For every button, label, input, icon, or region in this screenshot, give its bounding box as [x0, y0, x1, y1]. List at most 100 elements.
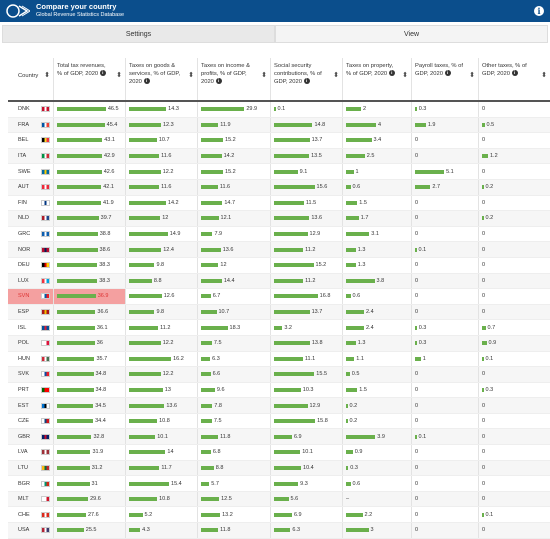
value-label: 16.8: [319, 293, 331, 300]
tab-view[interactable]: View: [275, 25, 548, 43]
value-label: 6.3: [292, 527, 301, 534]
table-row[interactable]: CHE 27.6 5.2 13.2 6.9 2.2 0 0.1: [8, 507, 550, 524]
value-label: 0.5: [351, 371, 360, 378]
table-row[interactable]: LTU 31.2 11.7 8.8 10.4 0.3 0 0: [8, 460, 550, 477]
tab-settings[interactable]: Settings: [2, 25, 275, 43]
value-bar: [129, 434, 156, 439]
table-row[interactable]: GBR 32.8 10.1 11.8 6.9 3.9 0.1 0: [8, 429, 550, 446]
country-cell: SWE: [8, 164, 54, 179]
table-row[interactable]: BGR 31 15.4 5.7 9.3 0.6 0 0: [8, 476, 550, 492]
table-row[interactable]: HUN 35.7 16.2 6.3 11.1 1.1 1 0.1: [8, 351, 550, 368]
table-row[interactable]: EST 34.5 13.6 7.8 12.9 0.2 0 0: [8, 398, 550, 414]
value-bar: [201, 403, 213, 408]
value-cell: 0.3: [412, 335, 479, 351]
value-bar: [129, 122, 161, 127]
value-bar: [346, 434, 376, 439]
value-cell: 7.8: [198, 398, 271, 413]
sort-icon[interactable]: ⬍: [541, 72, 547, 80]
table-row[interactable]: SWE 42.6 12.2 15.2 9.1 1 5.1 0: [8, 164, 550, 180]
value-bar: [57, 154, 103, 159]
value-cell: 0: [412, 523, 479, 538]
table-row[interactable]: DEU 38.3 9.8 12 15.2 1.3 0 0: [8, 257, 550, 274]
table-row[interactable]: NLD 39.7 12 12.1 13.6 1.7 0 0.2: [8, 211, 550, 227]
table-row[interactable]: NOR 38.6 12.4 13.6 11.2 1.3 0.1 0: [8, 242, 550, 258]
value-cell: 0: [479, 164, 550, 179]
table-body: DNK 46.5 14.3 29.9 0.1 2 0.3 0 FRA 45.4 12.3 11.9 14…: [8, 102, 550, 539]
table-row[interactable]: GRC 38.8 14.9 7.9 12.9 3.1 0 0: [8, 226, 550, 243]
col-header-property[interactable]: Taxes on property, % of GDP, 2020 i ⬍: [343, 58, 412, 100]
country-cell: CZE: [8, 413, 54, 429]
table-row[interactable]: USA 25.5 4.3 11.8 6.3 3 0 0: [8, 523, 550, 539]
sort-icon[interactable]: ⬍: [44, 72, 50, 80]
value-label: 0.6: [352, 184, 361, 191]
country-cell: EST: [8, 398, 54, 413]
table-row[interactable]: SVN 36.9 12.6 6.7 16.8 0.6 0 0: [8, 289, 550, 305]
value-label: 7.9: [214, 231, 223, 238]
table-row[interactable]: BEL 43.1 10.7 15.2 13.7 3.4 0 0: [8, 133, 550, 149]
table-row[interactable]: LUX 38.3 8.8 14.4 11.2 3.8 0 0: [8, 273, 550, 290]
col-header-goods[interactable]: Taxes on goods & services, % of GDP, 202…: [126, 58, 198, 100]
table-row[interactable]: ITA 42.9 11.6 14.2 13.5 2.5 0 1.2: [8, 148, 550, 165]
value-label: 11.5: [305, 199, 317, 206]
value-bar: [482, 387, 484, 392]
value-cell: 0: [479, 492, 550, 507]
col-header-social[interactable]: Social security contributions, % of GDP,…: [271, 58, 343, 100]
col-header-other[interactable]: Other taxes, % of GDP, 2020 i ⬍: [479, 58, 550, 100]
info-icon[interactable]: i: [215, 78, 222, 85]
col-header-payroll[interactable]: Payroll taxes, % of GDP, 2020 i ⬍: [412, 58, 479, 100]
value-cell: 0: [479, 242, 550, 257]
sort-icon[interactable]: ⬍: [116, 72, 122, 80]
value-label: 0: [482, 449, 486, 456]
sort-icon[interactable]: ⬍: [333, 72, 339, 80]
value-cell: 3.2: [271, 320, 343, 335]
sort-icon[interactable]: ⬍: [469, 72, 475, 80]
value-label: 1: [422, 355, 426, 362]
info-icon[interactable]: i: [444, 70, 451, 77]
table-row[interactable]: SVK 34.8 12.2 6.6 15.5 0.5 0 0: [8, 367, 550, 383]
value-label: 10.8: [159, 418, 170, 425]
value-cell: 0: [412, 304, 479, 320]
table-row[interactable]: DNK 46.5 14.3 29.9 0.1 2 0.3 0: [8, 102, 550, 118]
value-cell: 36.1: [54, 320, 126, 335]
info-icon[interactable]: i: [511, 70, 518, 77]
table-row[interactable]: FIN 41.9 14.2 14.7 11.5 1.5 0 0: [8, 195, 550, 212]
value-label: 10.7: [158, 137, 170, 144]
flag-icon: [41, 324, 50, 331]
value-bar: [346, 294, 351, 299]
sort-icon[interactable]: ⬍: [188, 72, 194, 80]
info-icon[interactable]: i: [303, 78, 310, 85]
value-label: 1.2: [490, 153, 498, 160]
value-bar: [346, 185, 351, 190]
col-header-total[interactable]: Total tax revenues, % of GDP, 2020 i ⬍: [54, 58, 126, 100]
info-icon[interactable]: i: [388, 70, 395, 77]
value-label: 43.1: [104, 137, 115, 144]
table-row[interactable]: AUT 42.1 11.6 11.6 15.6 0.6 2.7 0.2: [8, 179, 550, 196]
col-header-country[interactable]: Country ⬍: [8, 58, 54, 100]
table-row[interactable]: FRA 45.4 12.3 11.9 14.8 4 1.9 0.5: [8, 117, 550, 134]
info-icon[interactable]: i: [99, 70, 106, 77]
flag-icon: [41, 355, 50, 362]
table-row[interactable]: ESP 36.6 9.8 10.7 13.7 2.4 0 0: [8, 304, 550, 321]
table-row[interactable]: PRT 34.8 13 9.6 10.3 1.5 0 0.3: [8, 382, 550, 399]
col-header-income[interactable]: Taxes on income & profits, % of GDP, 202…: [198, 58, 271, 100]
value-cell: 0.3: [412, 320, 479, 335]
value-label: 8.8: [153, 277, 162, 284]
info-icon[interactable]: i: [534, 6, 544, 16]
value-label: 15.4: [171, 480, 182, 487]
value-cell: 1.7: [343, 211, 412, 226]
value-label: 1: [355, 168, 359, 175]
sort-icon[interactable]: ⬍: [261, 72, 267, 80]
table-row[interactable]: ISL 36.1 11.2 18.3 3.2 2.4 0.3 0.7: [8, 320, 550, 336]
sort-icon[interactable]: ⬍: [402, 72, 408, 80]
value-label: 3.2: [284, 324, 292, 331]
value-cell: 0: [479, 461, 550, 476]
table-row[interactable]: MLT 29.6 10.8 12.5 5.6 – 0 0: [8, 491, 550, 508]
table-row[interactable]: CZE 34.4 10.8 7.5 15.8 0.2 0 0: [8, 413, 550, 430]
value-label: 0: [415, 199, 419, 206]
value-bar: [274, 325, 283, 330]
table-row[interactable]: LVA 31.9 14 6.8 10.1 0.9 0 0: [8, 445, 550, 461]
info-icon[interactable]: i: [143, 78, 150, 85]
table-row[interactable]: POL 36 12.2 7.5 13.8 1.3 0.3 0.9: [8, 335, 550, 352]
value-label: 36.6: [97, 309, 109, 316]
country-code: SWE: [18, 168, 31, 175]
